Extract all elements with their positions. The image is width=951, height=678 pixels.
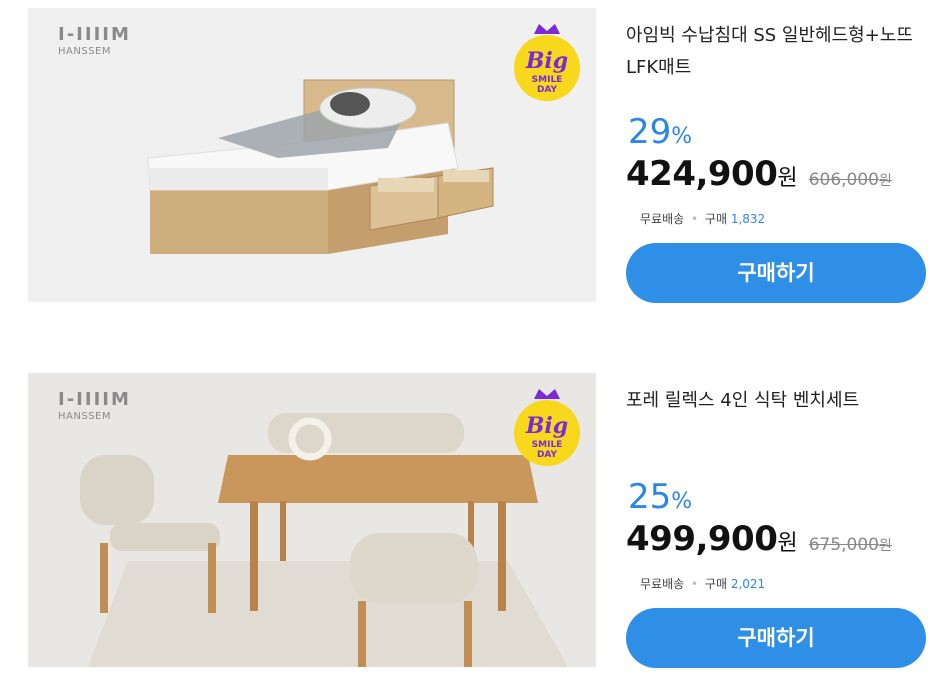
free-shipping-label: 무료배송 [640,212,685,226]
purchase-label: 구매 [704,577,727,591]
product-card: I-IIIIM HANSSEM Big SMILE DAY 포레 릴렉스 4인 … [0,373,951,669]
product-meta: 무료배송 • 구매 1,832 [640,210,765,227]
big-smile-day-badge: Big SMILE DAY [514,389,580,466]
svg-text:Big: Big [525,48,568,74]
svg-text:Big: Big [525,413,568,439]
original-price: 675,000 [808,535,880,555]
product-card: I-IIIIM HANSSEM Big SMILE DAY 아임빅 수납침대 S… [0,8,951,304]
sale-price: 499,900 [626,519,778,559]
original-price: 606,000 [808,170,880,190]
product-meta: 무료배송 • 구매 2,021 [640,575,765,592]
big-smile-day-badge: Big SMILE DAY [514,24,580,101]
buy-button[interactable]: 구매하기 [626,243,926,303]
svg-text:SMILE: SMILE [532,75,563,85]
purchase-label: 구매 [704,212,727,226]
purchase-count: 2,021 [730,577,766,591]
svg-text:DAY: DAY [537,85,558,95]
product-title[interactable]: 포레 릴렉스 4인 식탁 벤치세트 [626,385,946,417]
product-title[interactable]: 아임빅 수납침대 SS 일반헤드형+노뜨 LFK매트 [626,20,946,84]
buy-button[interactable]: 구매하기 [626,608,926,668]
purchase-count: 1,832 [730,212,766,226]
price-row: 499,900원 675,000원 [626,519,892,559]
svg-text:SMILE: SMILE [532,440,563,450]
discount-rate: 25% [628,477,693,517]
price-row: 424,900원 606,000원 [626,154,892,194]
sale-price: 424,900 [626,154,778,194]
separator-dot: • [691,577,699,591]
product-image[interactable]: I-IIIIM HANSSEM Big SMILE DAY [28,373,596,667]
product-image[interactable]: I-IIIIM HANSSEM Big SMILE DAY [28,8,596,302]
svg-text:DAY: DAY [537,450,558,460]
free-shipping-label: 무료배송 [640,577,685,591]
discount-rate: 29% [628,112,693,152]
separator-dot: • [691,212,699,226]
